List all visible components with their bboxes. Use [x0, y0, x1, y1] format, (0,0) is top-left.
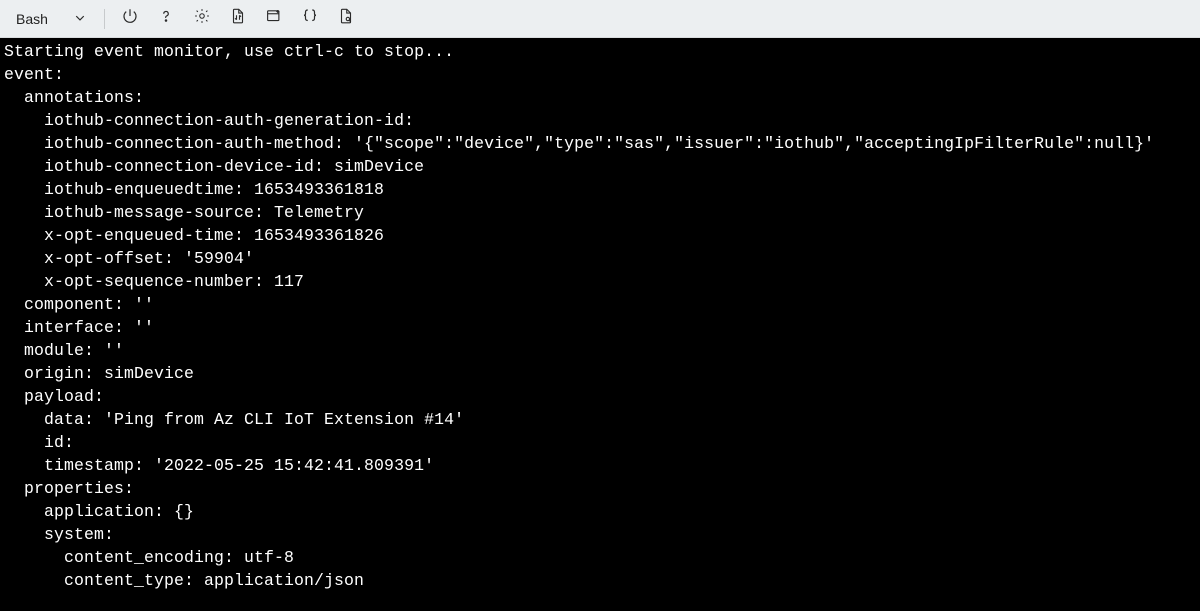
power-icon — [121, 7, 139, 30]
restart-button[interactable] — [113, 4, 147, 34]
gear-icon — [193, 7, 211, 30]
file-preview-icon — [337, 7, 355, 30]
file-transfer-icon — [229, 7, 247, 30]
terminal-output[interactable]: Starting event monitor, use ctrl-c to st… — [0, 38, 1200, 611]
toolbar-separator — [104, 9, 105, 29]
chevron-down-icon — [74, 11, 86, 27]
help-button[interactable] — [149, 4, 183, 34]
help-icon — [157, 7, 175, 30]
cloud-shell-toolbar: Bash — [0, 0, 1200, 38]
upload-download-button[interactable] — [221, 4, 255, 34]
settings-button[interactable] — [185, 4, 219, 34]
new-session-icon — [265, 7, 283, 30]
editor-button[interactable] — [293, 4, 327, 34]
shell-selector[interactable]: Bash — [6, 7, 96, 31]
new-session-button[interactable] — [257, 4, 291, 34]
shell-selector-label: Bash — [16, 11, 48, 27]
web-preview-button[interactable] — [329, 4, 363, 34]
braces-icon — [301, 7, 319, 30]
